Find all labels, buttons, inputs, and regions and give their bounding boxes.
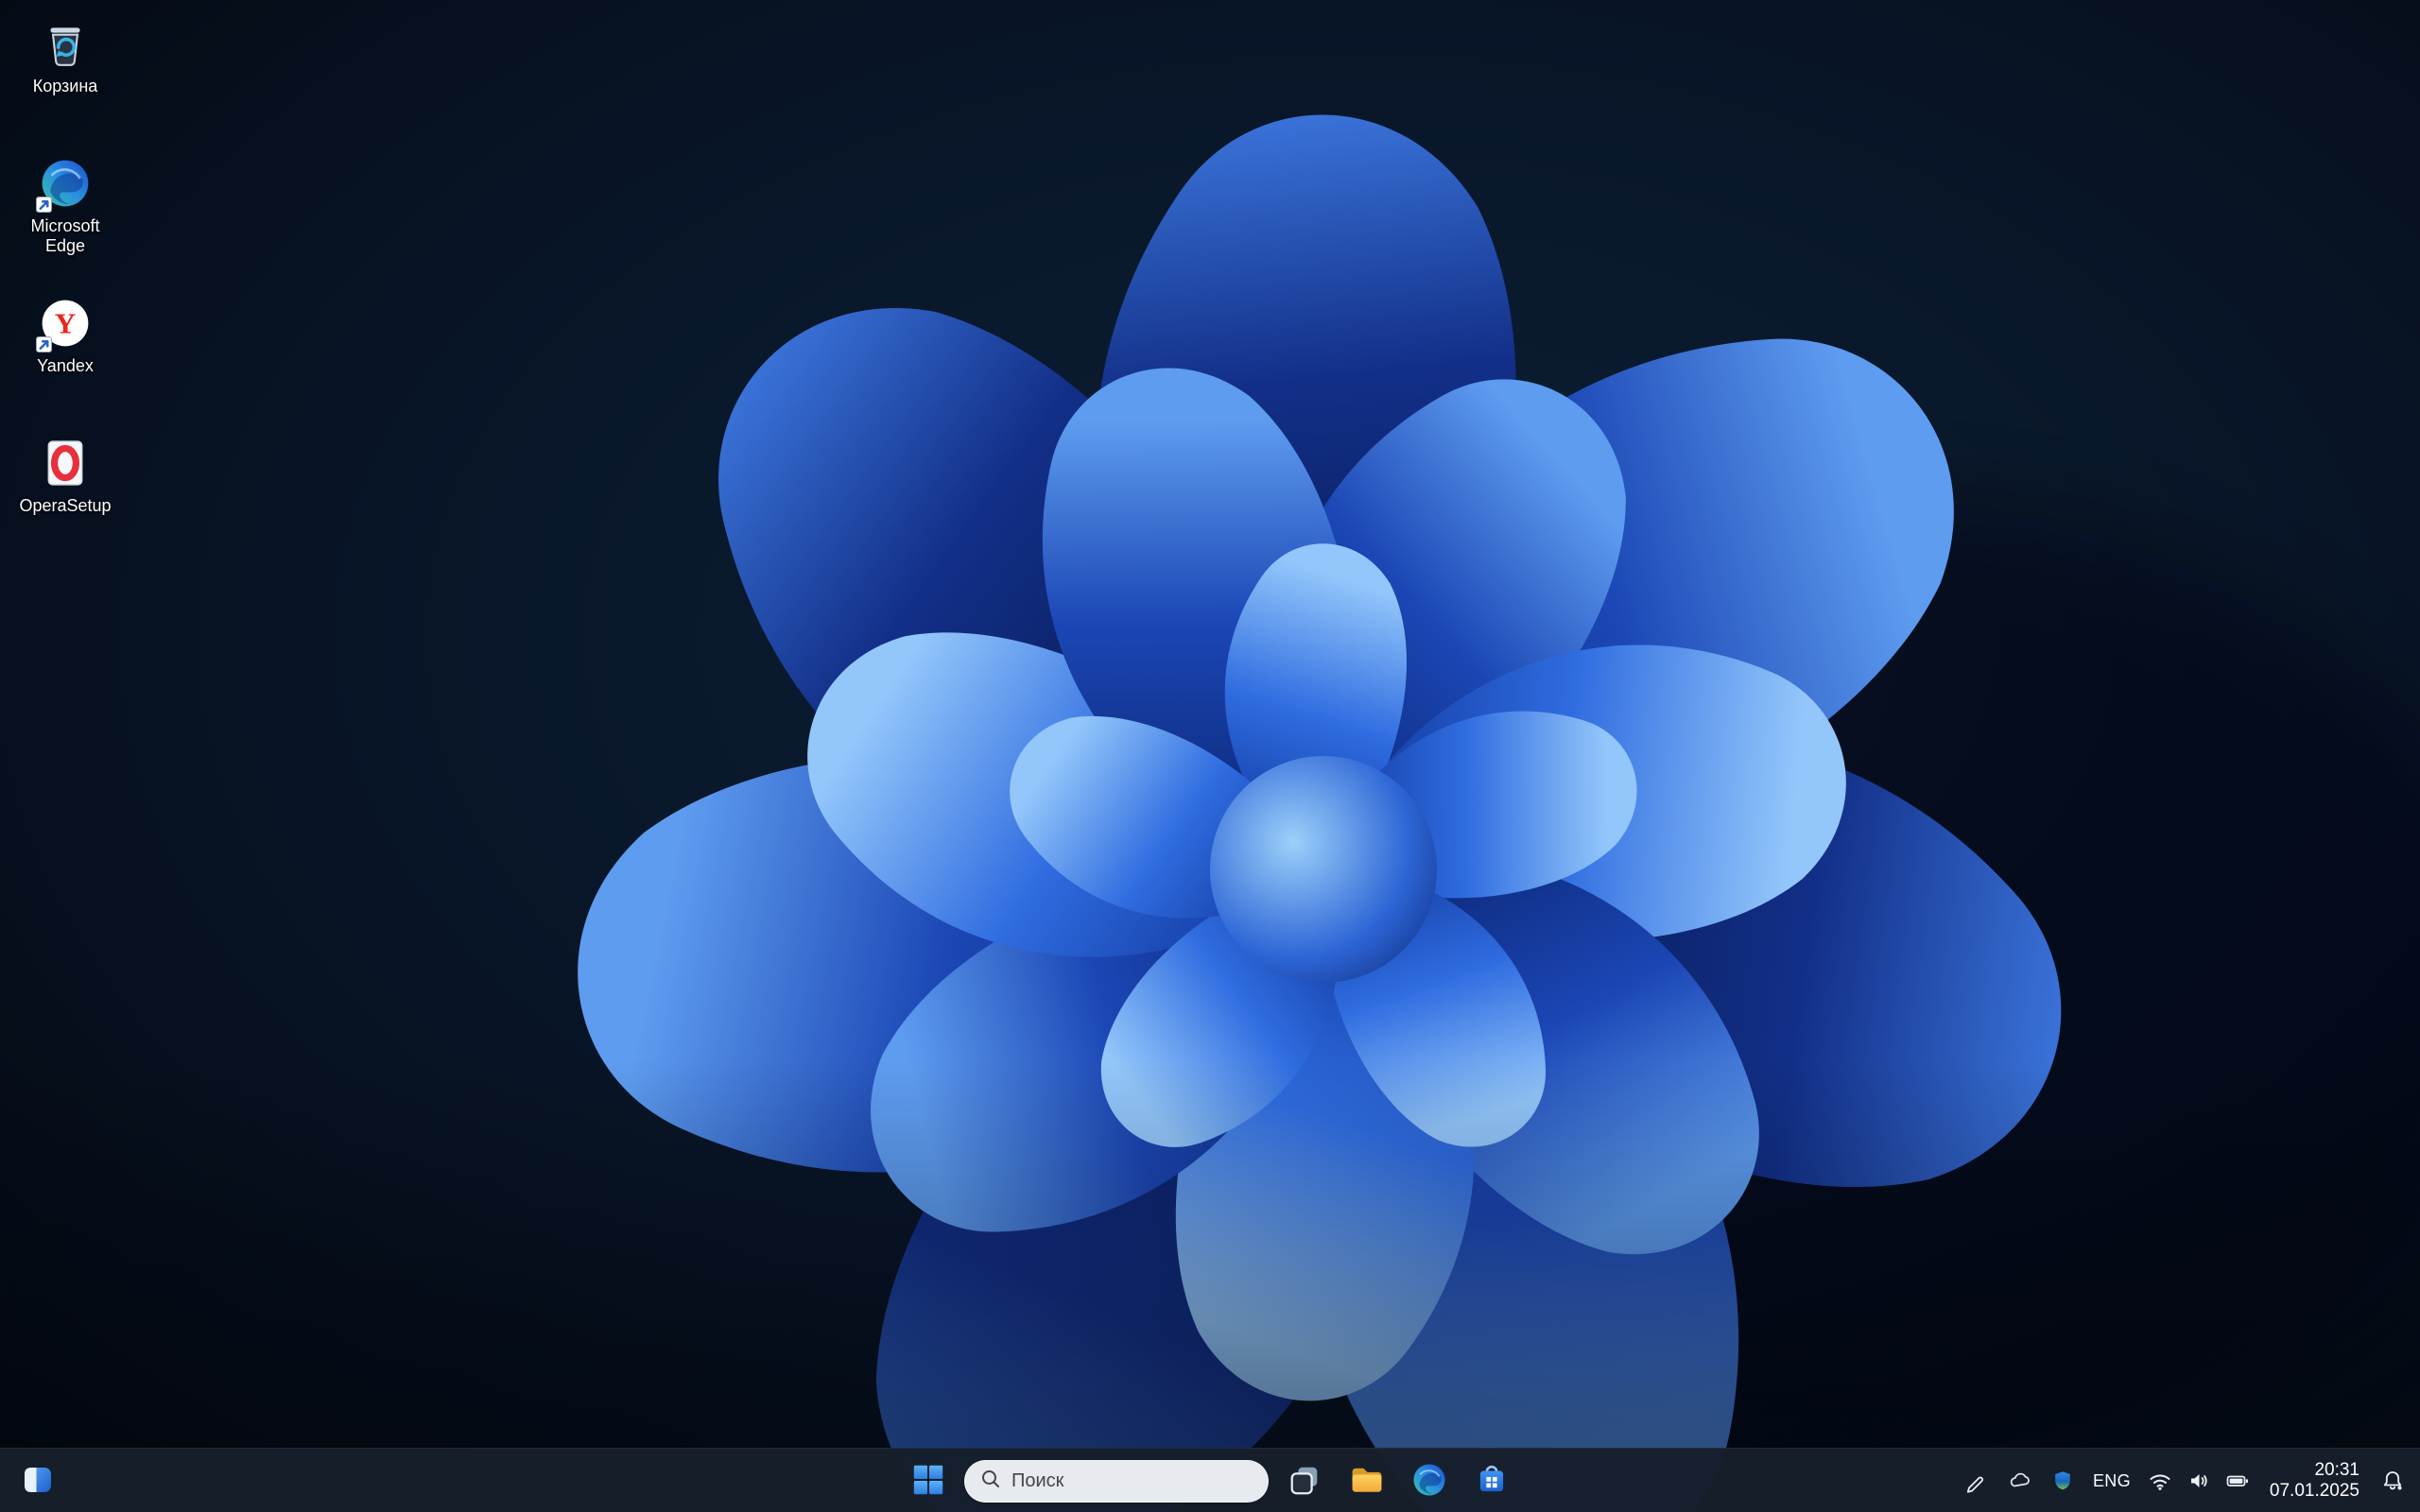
desktop-icon-yandex[interactable]: Y Yandex — [8, 295, 123, 435]
desktop-icon-opera-setup[interactable]: OperaSetup — [8, 435, 123, 575]
file-explorer-button[interactable] — [1340, 1454, 1393, 1507]
edge-taskbar-button[interactable] — [1403, 1454, 1456, 1507]
microsoft-store-button[interactable] — [1465, 1454, 1518, 1507]
language-indicator[interactable]: ENG — [2088, 1456, 2135, 1505]
start-icon — [910, 1462, 946, 1501]
desktop-icon-label: OperaSetup — [19, 496, 112, 515]
battery-icon — [2225, 1469, 2250, 1493]
search-icon — [980, 1469, 1001, 1494]
task-view-icon — [1287, 1462, 1322, 1501]
desktop-icon-label: Microsoft Edge — [30, 216, 100, 255]
task-view-button[interactable] — [1278, 1454, 1331, 1507]
pen-tray-button[interactable] — [1958, 1456, 1994, 1505]
yandex-browser-icon: Y — [36, 297, 92, 352]
clock[interactable]: 20:31 07.01.2025 — [2262, 1456, 2367, 1505]
file-explorer-icon — [1348, 1461, 1386, 1502]
security-shield-icon — [2051, 1469, 2074, 1492]
microsoft-store-icon — [1474, 1462, 1510, 1501]
widgets-icon — [21, 1463, 55, 1500]
clock-date: 07.01.2025 — [2269, 1481, 2360, 1501]
volume-icon — [2187, 1469, 2211, 1493]
taskbar: ENG — [0, 1448, 2420, 1512]
security-tray-button[interactable] — [2045, 1456, 2081, 1505]
desktop-icon-recycle-bin[interactable]: Корзина — [8, 15, 123, 155]
desktop: Корзина Microsoft Edge Y Yandex OperaSet… — [0, 0, 2420, 1512]
notification-center-button[interactable] — [2375, 1456, 2411, 1505]
edge-icon — [1411, 1462, 1447, 1501]
shortcut-arrow-icon — [36, 336, 52, 352]
edge-browser-icon — [36, 157, 92, 213]
search-input[interactable] — [1011, 1469, 1238, 1492]
language-label: ENG — [2093, 1470, 2131, 1490]
shortcut-arrow-icon — [36, 197, 52, 213]
desktop-icon-microsoft-edge[interactable]: Microsoft Edge — [8, 155, 123, 295]
desktop-wallpaper — [0, 0, 2420, 1512]
desktop-icon-column: Корзина Microsoft Edge Y Yandex OperaSet… — [8, 15, 123, 575]
desktop-icon-label: Корзина — [32, 77, 98, 95]
onedrive-tray-button[interactable] — [2001, 1456, 2037, 1505]
start-button[interactable] — [902, 1454, 955, 1507]
notification-bell-icon — [2380, 1469, 2405, 1493]
quick-settings[interactable] — [2143, 1456, 2255, 1505]
widgets-button[interactable] — [11, 1454, 64, 1507]
opera-setup-icon — [39, 437, 92, 490]
wifi-icon — [2148, 1469, 2172, 1493]
svg-text:Y: Y — [55, 306, 76, 339]
system-tray: ENG 20:31 07.01.2025 — [1958, 1449, 2411, 1512]
onedrive-cloud-icon — [2007, 1469, 2031, 1493]
clock-time: 20:31 — [2314, 1460, 2360, 1480]
recycle-bin-icon — [39, 17, 92, 70]
taskbar-search[interactable] — [964, 1459, 1269, 1503]
pen-icon — [1963, 1469, 1988, 1493]
taskbar-center — [902, 1454, 1518, 1507]
